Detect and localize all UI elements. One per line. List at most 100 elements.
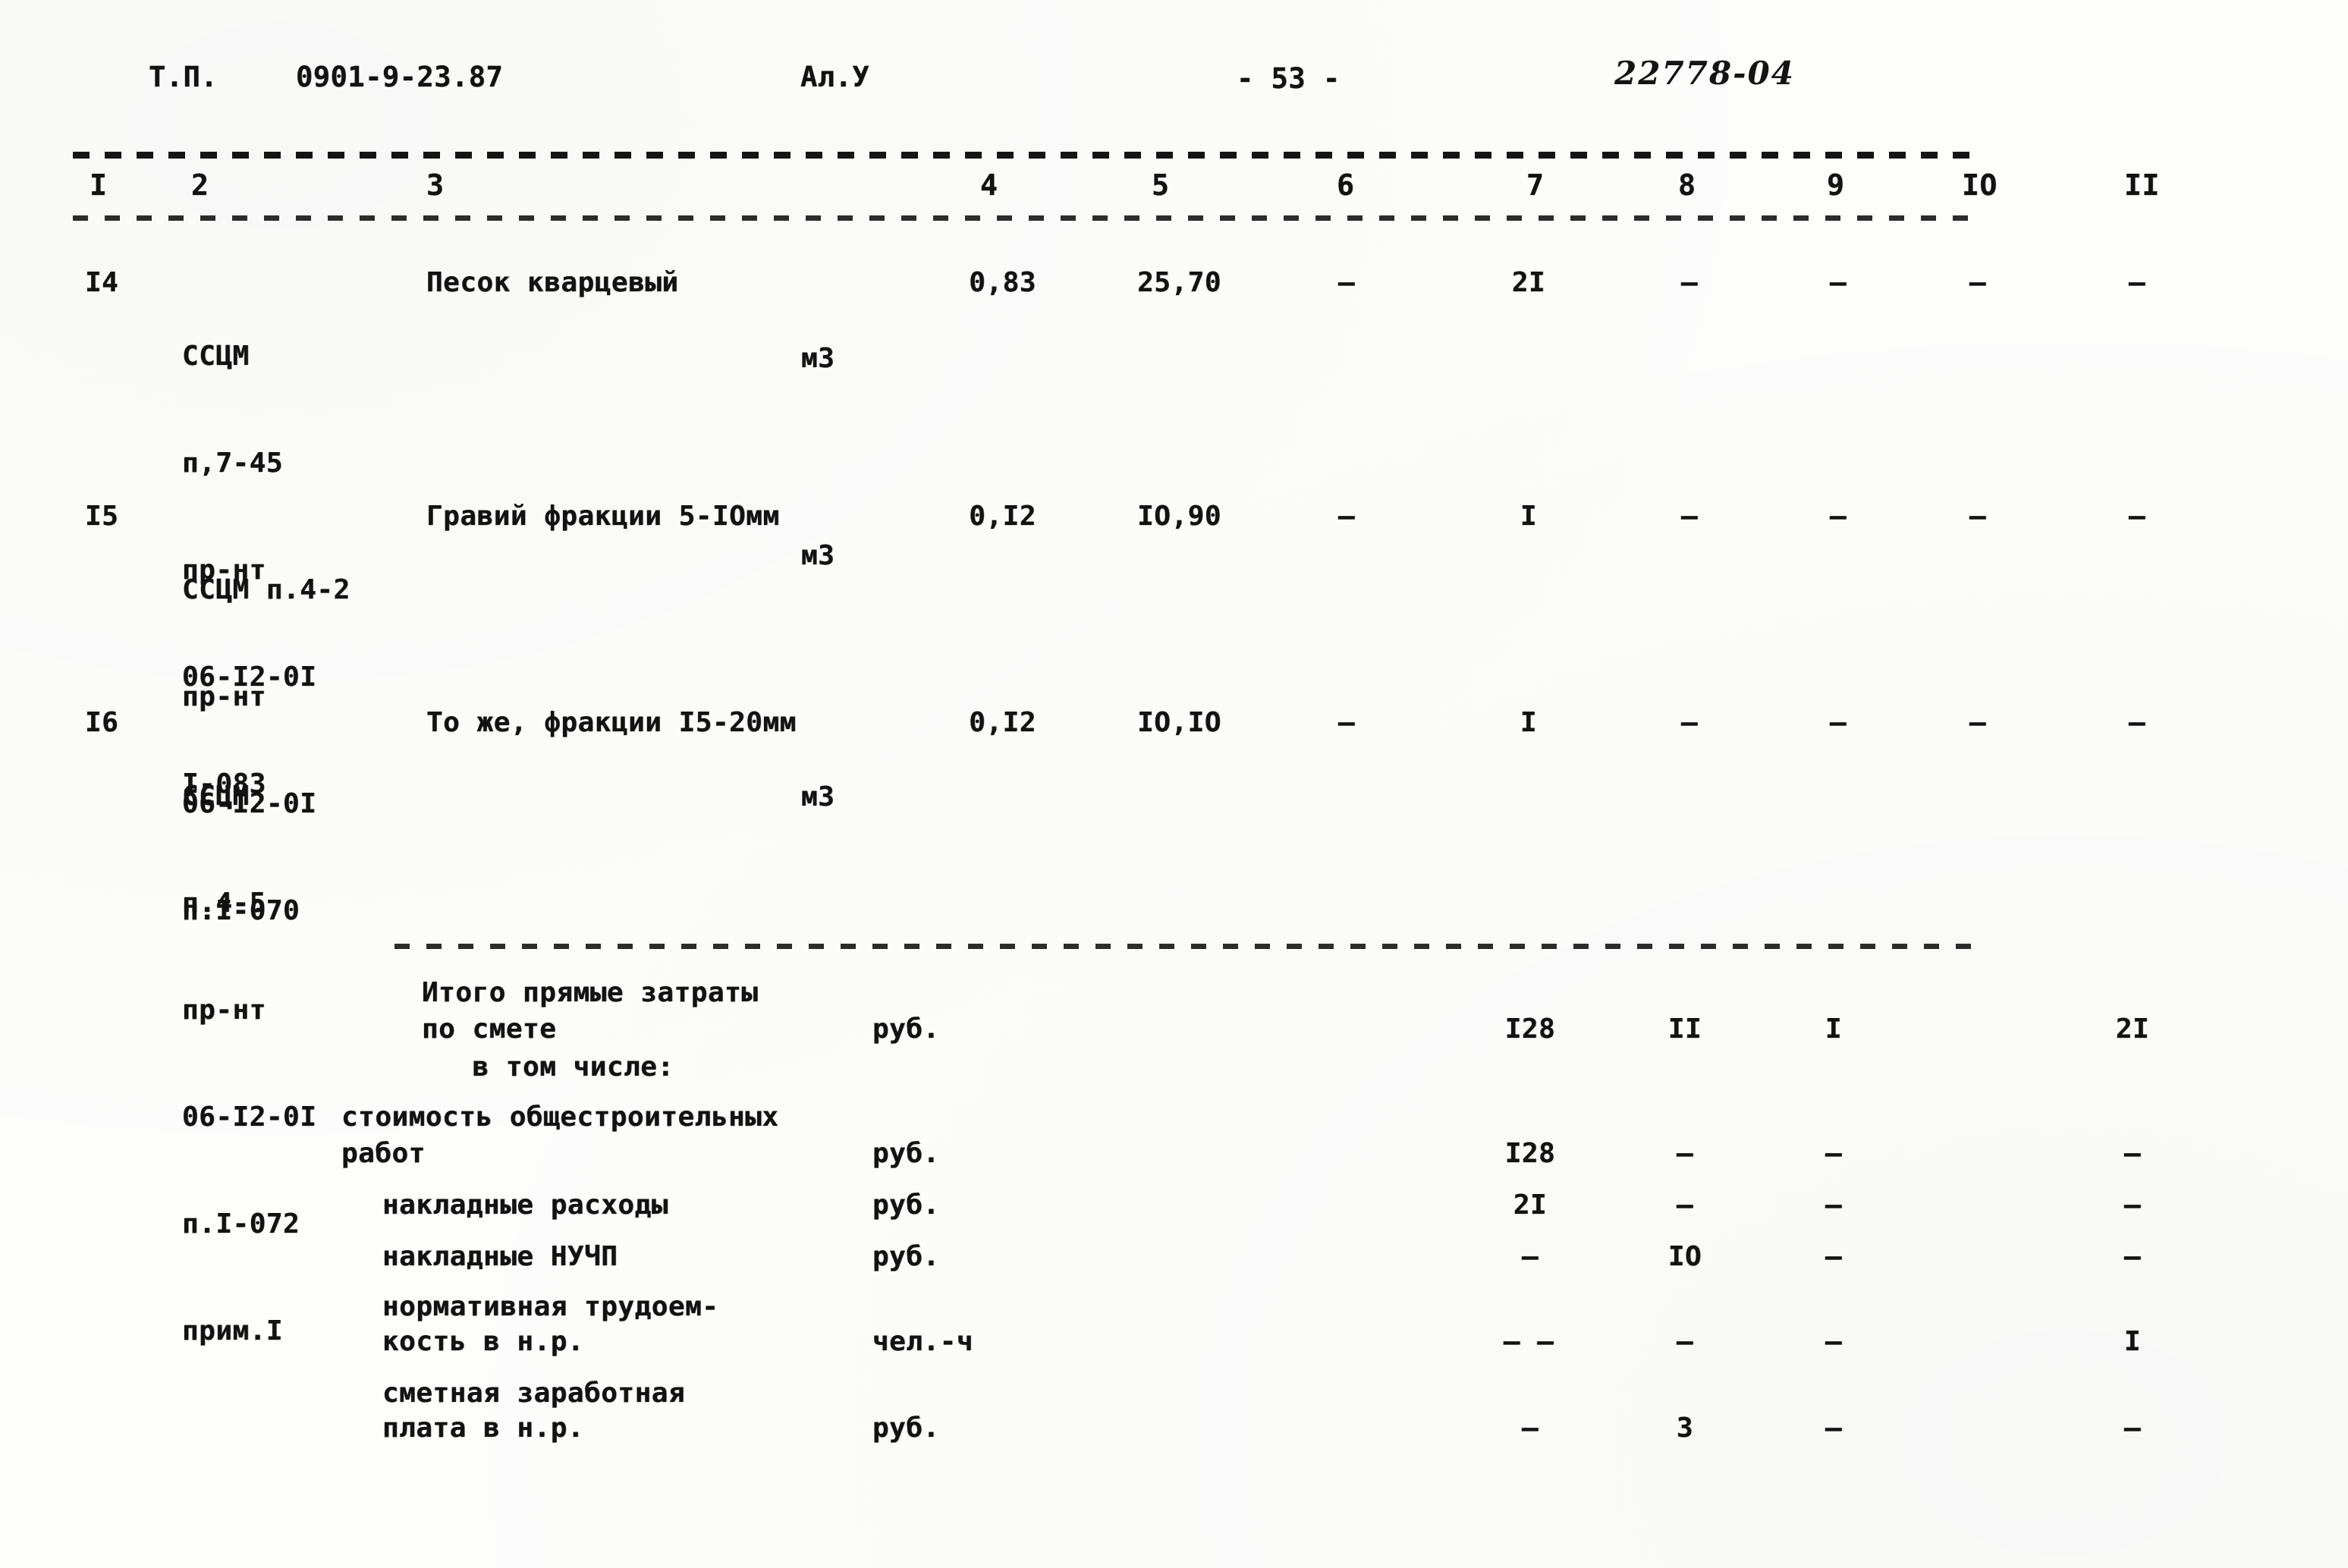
row-col8-value: – [1680, 707, 1699, 738]
summary-unit: руб. [872, 1412, 940, 1444]
summary-label-line2: работ [341, 1138, 426, 1169]
summary-label-line2: накладные НУЧП [382, 1241, 618, 1272]
code-line: п.I-072 [182, 1208, 300, 1240]
column-header-6: 6 [1337, 168, 1355, 202]
summary-col8-value: – [1676, 1326, 1694, 1357]
summary-separator-rule [394, 944, 1972, 949]
column-header-1: I [90, 168, 108, 202]
row-col9-value: – [1829, 707, 1847, 738]
column-header-11: II [2124, 168, 2160, 202]
row-col8-value: – [1680, 501, 1699, 532]
row-col4-value: 0,I2 [969, 501, 1036, 532]
column-header-4: 4 [980, 168, 998, 202]
summary-label-line1: стоимость общестроительных [341, 1101, 779, 1133]
summary-col8-value: – [1676, 1189, 1694, 1221]
summary-col9-value: – [1825, 1241, 1843, 1272]
summary-col9-value: – [1825, 1138, 1843, 1169]
column-header-8: 8 [1678, 168, 1696, 202]
row-col10-value: – [1969, 267, 1987, 298]
row-col5-value: IO,IO [1137, 707, 1221, 738]
summary-unit: руб. [872, 1189, 940, 1221]
column-header-2: 2 [191, 168, 209, 202]
column-header-9: 9 [1827, 168, 1845, 202]
summary-col7-value: – [1521, 1412, 1539, 1444]
summary-label-line2: кость в н.р. [382, 1326, 585, 1357]
row-col8-value: – [1680, 267, 1699, 298]
row-number: I5 [85, 501, 119, 532]
summary-unit: чел.-ч [872, 1326, 974, 1357]
code-line: прим.I [182, 1315, 284, 1346]
summary-col7-value: – – [1503, 1326, 1554, 1357]
scanned-document-page: Т.П. 0901-9-23.87 Ал.У - 53 - 22778-04 I… [0, 0, 2348, 1568]
summary-col8-value: II [1667, 1013, 1702, 1045]
summary-col9-value: – [1825, 1326, 1843, 1357]
summary-label-line1: нормативная трудоем- [382, 1291, 719, 1322]
row-col4-value: 0,83 [969, 267, 1036, 298]
row-col10-value: – [1969, 707, 1987, 738]
row-col5-value: IO,90 [1137, 501, 1221, 532]
row-col10-value: – [1969, 501, 1987, 532]
row-code-block: ССЦМ п.4-5 пр-нт 06-I2-0I п.I-072 прим.I [182, 707, 316, 1420]
album-label: Ал.У [800, 61, 870, 93]
summary-label-line2: плата в н.р. [382, 1412, 585, 1444]
row-col9-value: – [1829, 501, 1847, 532]
summary-col7-value: – [1521, 1241, 1539, 1272]
code-line: ССЦМ п.4-2 [182, 574, 350, 605]
document-type-label: Т.П. [149, 61, 218, 93]
table-top-rule [73, 152, 1969, 159]
row-col6-value: – [1337, 501, 1356, 532]
row-col6-value: – [1337, 707, 1356, 738]
summary-unit: руб. [872, 1013, 940, 1045]
summary-col11-value: – [2123, 1412, 2142, 1444]
summary-label-line2: по смете [422, 1013, 557, 1045]
summary-col9-value: I [1825, 1013, 1843, 1045]
summary-col7-value: I28 [1504, 1013, 1556, 1045]
summary-unit: руб. [872, 1241, 940, 1272]
row-col11-value: – [2128, 501, 2146, 532]
code-line: ССЦМ [182, 781, 250, 812]
row-number: I6 [85, 707, 119, 738]
summary-col8-value: IO [1667, 1241, 1702, 1272]
summary-unit: руб. [872, 1138, 940, 1169]
row-description: Гравий фракции 5-IОмм [426, 501, 780, 532]
row-unit: м3 [801, 781, 835, 812]
row-description: Песок кварцевый [426, 267, 679, 298]
column-header-7: 7 [1526, 168, 1545, 202]
code-line: пр-нт [182, 995, 266, 1026]
row-col7-value: I [1520, 707, 1538, 738]
row-col11-value: – [2128, 267, 2146, 298]
row-col5-value: 25,70 [1137, 267, 1221, 298]
row-unit: м3 [801, 540, 835, 571]
summary-col9-value: – [1825, 1412, 1843, 1444]
row-col6-value: – [1337, 267, 1356, 298]
row-col7-value: 2I [1511, 267, 1546, 298]
summary-label-line1: Итого прямые затраты [422, 977, 759, 1008]
page-number: - 53 - [1237, 62, 1341, 95]
summary-col11-value: I [2123, 1326, 2142, 1357]
archive-stamp-code: 22778-04 [1614, 55, 1795, 92]
code-line: п.4-5 [182, 888, 266, 919]
row-col4-value: 0,I2 [969, 707, 1036, 738]
row-number: I4 [85, 267, 119, 298]
row-col11-value: – [2128, 707, 2146, 738]
code-line: 06-I2-0I [182, 1101, 317, 1133]
column-header-3: 3 [426, 168, 445, 202]
summary-label-line1: сметная заработная [382, 1378, 686, 1409]
table-header-rule [73, 215, 1969, 221]
summary-col8-value: 3 [1676, 1412, 1694, 1444]
row-description: То же, фракции I5-20мм [426, 707, 797, 738]
code-line: ССЦМ [182, 341, 250, 372]
code-line: п,7-45 [182, 448, 284, 479]
summary-col7-value: 2I [1513, 1189, 1548, 1221]
summary-col11-value: – [2123, 1189, 2142, 1221]
document-code: 0901-9-23.87 [296, 61, 504, 93]
summary-col9-value: – [1825, 1189, 1843, 1221]
summary-label-line2: в том числе: [422, 1051, 674, 1083]
summary-label-line2: накладные расходы [382, 1189, 668, 1221]
column-header-10: IO [1962, 168, 1998, 202]
summary-col11-value: – [2123, 1241, 2142, 1272]
row-col9-value: – [1829, 267, 1847, 298]
summary-col8-value: – [1676, 1138, 1694, 1169]
row-col7-value: I [1520, 501, 1538, 532]
summary-col11-value: 2I [2115, 1013, 2150, 1045]
